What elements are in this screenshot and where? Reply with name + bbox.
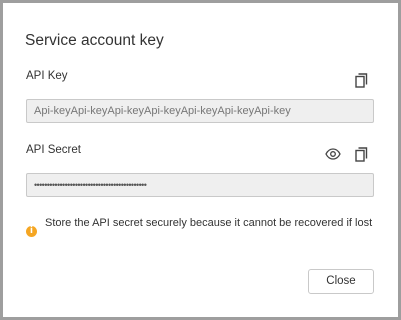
copy-api-secret-button[interactable] — [351, 144, 371, 164]
info-icon: i — [26, 226, 37, 237]
copy-icon — [354, 72, 367, 88]
api-key-field[interactable]: Api-keyApi-keyApi-keyApi-keyApi-keyApi-k… — [26, 99, 374, 123]
close-button[interactable]: Close — [308, 269, 374, 294]
copy-icon — [354, 146, 367, 162]
show-secret-button[interactable] — [323, 144, 343, 164]
service-account-key-dialog: Service account key API Key Api-keyApi-k… — [3, 3, 398, 317]
dialog-title: Service account key — [25, 32, 164, 49]
api-key-label: API Key — [26, 70, 68, 82]
warning-text: Store the API secret securely because it… — [45, 217, 373, 229]
api-secret-field[interactable]: ••••••••••••••••••••••••••••••••••••••••… — [26, 173, 374, 197]
eye-icon — [325, 148, 341, 160]
api-secret-label: API Secret — [26, 144, 81, 156]
copy-api-key-button[interactable] — [351, 70, 371, 90]
